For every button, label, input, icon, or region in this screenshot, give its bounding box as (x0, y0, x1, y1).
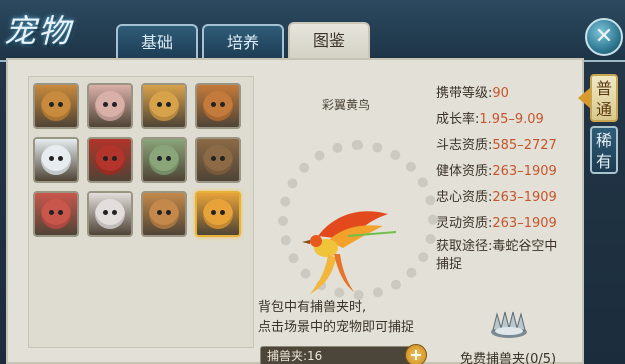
monkey-portrait (35, 85, 77, 127)
trap-icon[interactable] (488, 306, 530, 342)
deer-portrait (143, 193, 185, 235)
pet-slot[interactable] (141, 83, 187, 129)
header-bar: 宠物 基础 培养 图鉴 ✕ (0, 0, 625, 62)
pet-grid-area (28, 76, 254, 348)
rabbit-portrait (89, 85, 131, 127)
add-trap-button[interactable]: + (405, 344, 427, 364)
pet-slot[interactable] (141, 191, 187, 237)
stat-growth-rate: 成长率:1.95–9.09 (436, 112, 544, 127)
pet-slot[interactable] (141, 137, 187, 183)
pet-slot[interactable] (33, 191, 79, 237)
stat-fighting-spirit: 斗志资质:585–2727 (436, 138, 557, 153)
hint-line-2: 点击场景中的宠物即可捕捉 (258, 320, 415, 335)
phoenix-portrait (197, 193, 239, 235)
side-tab-normal[interactable]: 普通 (590, 74, 618, 122)
tab-cultivate[interactable]: 培养 (202, 24, 284, 60)
pet-slot[interactable] (87, 137, 133, 183)
stat-loyalty: 忠心资质:263–1909 (436, 190, 557, 205)
pet-name: 彩翼黄鸟 (321, 98, 370, 112)
red-bird-portrait (89, 139, 131, 181)
pet-window: 宠物 基础 培养 图鉴 ✕ 彩翼黄鸟 携带等级:90 成长率:1.95–9.09… (0, 0, 625, 364)
white-bear-portrait (35, 139, 77, 181)
stat-constitution: 健体资质:263–1909 (436, 164, 557, 179)
pet-slot[interactable] (33, 137, 79, 183)
owl-portrait (197, 139, 239, 181)
pet-slot[interactable] (87, 83, 133, 129)
pet-slot[interactable] (195, 83, 241, 129)
girl-flower-portrait (143, 85, 185, 127)
trap-count: 捕兽夹:16 (260, 346, 420, 364)
stat-agility: 灵动资质:263–1909 (436, 216, 557, 231)
tab-handbook[interactable]: 图鉴 (288, 22, 370, 60)
pet-model-image (302, 211, 397, 294)
green-spirit-portrait (143, 139, 185, 181)
pet-slot[interactable] (195, 191, 241, 237)
main-panel: 彩翼黄鸟 携带等级:90 成长率:1.95–9.09 斗志资质:585–2727… (6, 58, 584, 364)
obtain-method: 获取途径:毒蛇谷空中捕捉 (436, 238, 564, 274)
pet-slot[interactable] (87, 191, 133, 237)
close-button[interactable]: ✕ (585, 18, 623, 56)
capture-hint: 背包中有捕兽夹时, 点击场景中的宠物即可捕捉 (258, 298, 458, 338)
window-title: 宠物 (4, 12, 73, 50)
side-tab-rare[interactable]: 稀有 (590, 126, 618, 174)
stat-carry-level: 携带等级:90 (436, 86, 509, 101)
dog-portrait (197, 85, 239, 127)
side-tab-pointer-icon (578, 88, 590, 108)
free-trap-label[interactable]: 免费捕兽夹(0/5) (460, 348, 556, 364)
tab-basic[interactable]: 基础 (116, 24, 198, 60)
hint-line-1: 背包中有捕兽夹时, (258, 300, 367, 315)
obtain-label: 获取途径: (436, 239, 493, 254)
girl-portrait (35, 193, 77, 235)
pet-slot[interactable] (33, 83, 79, 129)
pet-slot[interactable] (195, 137, 241, 183)
white-fox-portrait (89, 193, 131, 235)
